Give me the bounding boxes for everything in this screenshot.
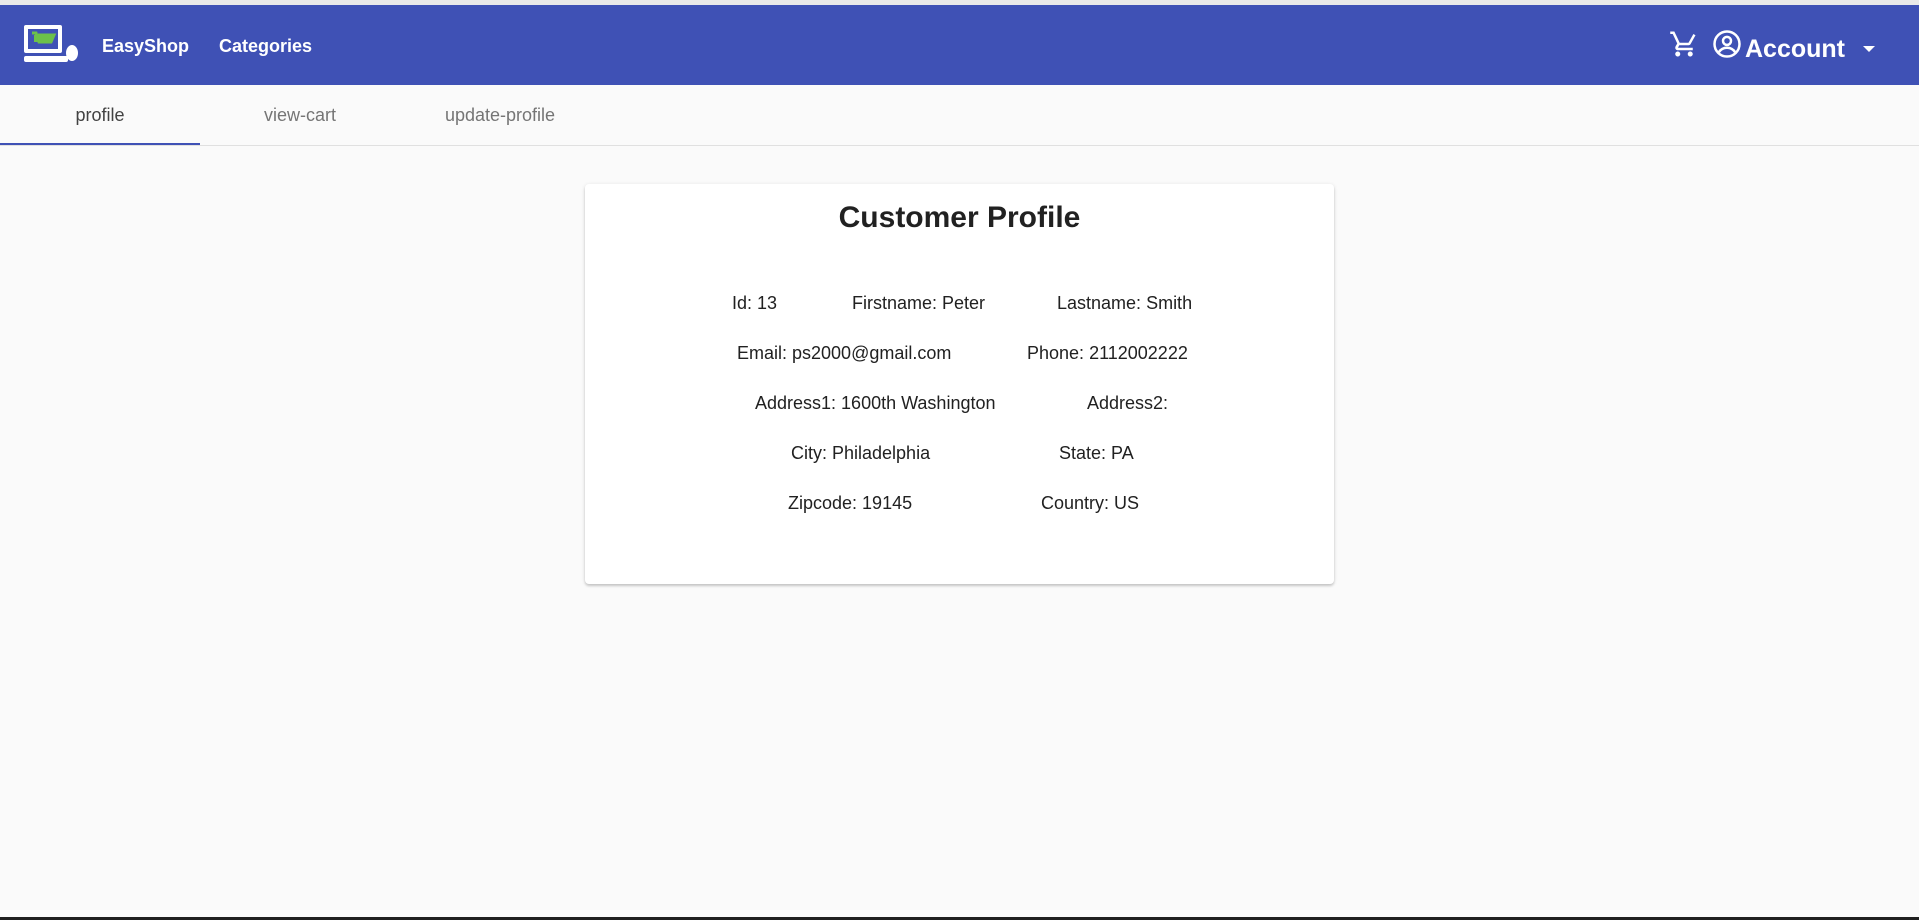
field-id: Id: 13 xyxy=(732,292,777,314)
field-address1: Address1: 1600th Washington xyxy=(755,392,996,414)
account-menu-button[interactable]: Account xyxy=(1745,35,1845,63)
field-lastname: Lastname: Smith xyxy=(1057,292,1192,314)
brand-link[interactable]: EasyShop xyxy=(102,35,189,57)
field-address2-label: Address2: xyxy=(1087,393,1169,413)
field-firstname: Firstname: Peter xyxy=(852,292,985,314)
field-zipcode-value: 19145 xyxy=(862,493,913,513)
field-city-value: Philadelphia xyxy=(832,443,931,463)
field-lastname-value: Smith xyxy=(1146,293,1193,313)
shopping-cart-icon[interactable] xyxy=(1669,29,1699,59)
field-city-label: City: xyxy=(791,443,827,463)
customer-profile-card: Customer Profile Id: 13 Firstname: Peter L… xyxy=(585,184,1334,584)
categories-link[interactable]: Categories xyxy=(219,35,312,57)
field-address2: Address2: xyxy=(1087,392,1173,414)
field-country-label: Country: xyxy=(1041,493,1110,513)
field-zipcode: Zipcode: 19145 xyxy=(788,492,912,514)
account-circle-icon[interactable] xyxy=(1712,29,1742,59)
field-firstname-label: Firstname: xyxy=(852,293,938,313)
field-country: Country: US xyxy=(1041,492,1139,514)
field-country-value: US xyxy=(1114,493,1140,513)
tab-profile[interactable]: profile xyxy=(0,85,200,145)
field-phone-value: 2112002222 xyxy=(1089,343,1188,363)
page-title: Customer Profile xyxy=(838,201,1081,234)
profile-tabs: profile view-cart update-profile xyxy=(0,85,1919,146)
field-state: State: PA xyxy=(1059,442,1134,464)
tab-update-profile[interactable]: update-profile xyxy=(400,85,600,143)
field-address1-label: Address1: xyxy=(755,393,837,413)
field-email: Email: ps2000@gmail.com xyxy=(737,342,951,364)
top-navbar: EasyShop Categories Account xyxy=(0,5,1919,85)
field-id-label: Id: xyxy=(732,293,753,313)
tab-view-cart[interactable]: view-cart xyxy=(200,85,400,143)
field-state-value: PA xyxy=(1111,443,1134,463)
field-address1-value: 1600th Washington xyxy=(841,393,996,413)
field-city: City: Philadelphia xyxy=(791,442,930,464)
field-phone-label: Phone: xyxy=(1027,343,1085,363)
field-lastname-label: Lastname: xyxy=(1057,293,1142,313)
easyshop-logo[interactable] xyxy=(22,23,82,67)
nav-right-group: Account xyxy=(1669,27,1899,67)
field-phone: Phone: 2112002222 xyxy=(1027,342,1188,364)
field-email-value: ps2000@gmail.com xyxy=(792,343,952,363)
field-email-label: Email: xyxy=(737,343,788,363)
chevron-down-icon[interactable] xyxy=(1859,39,1879,59)
field-zipcode-label: Zipcode: xyxy=(788,493,858,513)
field-id-value: 13 xyxy=(757,293,778,313)
field-state-label: State: xyxy=(1059,443,1107,463)
field-firstname-value: Peter xyxy=(942,293,986,313)
